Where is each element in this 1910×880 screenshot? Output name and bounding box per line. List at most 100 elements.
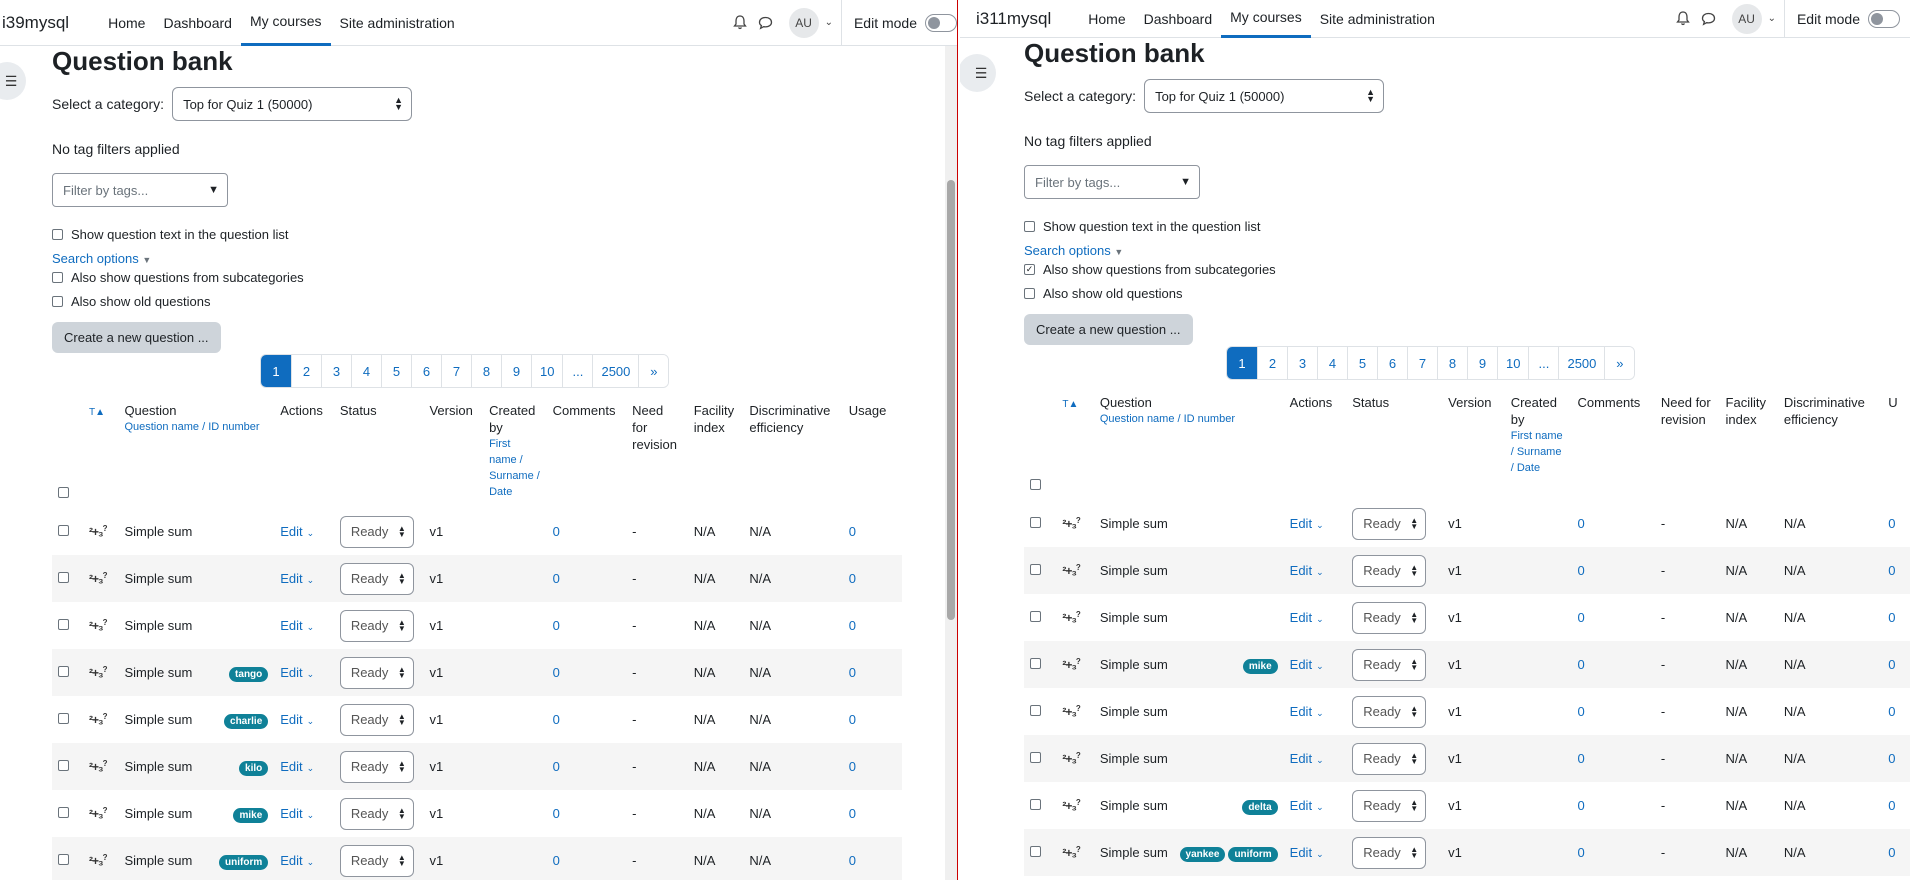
usage-link[interactable]: 0 [849, 759, 856, 774]
usage-link[interactable]: 0 [849, 665, 856, 680]
page-link[interactable]: 3 [321, 355, 351, 387]
status-select[interactable]: Ready ▲ ▼ [339, 656, 414, 689]
comments-link[interactable]: 0 [553, 853, 560, 868]
select-all-checkbox[interactable] [1030, 479, 1041, 490]
version-header[interactable]: Version [423, 402, 483, 508]
edit-menu[interactable]: Edit ⌄ [280, 759, 314, 774]
tag-badge[interactable]: delta [1242, 800, 1278, 815]
usage-link[interactable]: 0 [849, 806, 856, 821]
list-icon[interactable]: ☰ [0, 62, 26, 100]
facility-header[interactable]: Facility index [688, 402, 744, 508]
status-select[interactable]: Ready ▲ ▼ [339, 609, 414, 642]
page-link[interactable]: ... [562, 355, 593, 387]
tag-badge[interactable]: tango [229, 667, 269, 682]
page-link[interactable]: 2 [291, 355, 321, 387]
edit-menu[interactable]: Edit ⌄ [1290, 751, 1324, 766]
edit-mode-toggle[interactable] [925, 13, 957, 32]
tag-badge[interactable]: uniform [1228, 847, 1278, 862]
status-select[interactable]: Ready ▲ ▼ [339, 515, 414, 548]
nav-home[interactable]: Home [1079, 0, 1134, 38]
scrollbar-thumb[interactable] [947, 180, 955, 620]
page-link[interactable]: 5 [1347, 347, 1377, 379]
edit-menu[interactable]: Edit ⌄ [1290, 845, 1324, 860]
edit-mode-toggle[interactable] [1868, 9, 1900, 28]
tag-badge[interactable]: charlie [224, 714, 269, 729]
tag-filter-input[interactable]: Filter by tags... ▼ [52, 173, 228, 207]
site-name[interactable]: i39mysql [0, 13, 69, 33]
row-checkbox[interactable] [58, 572, 69, 583]
question-header[interactable]: Question [1100, 395, 1152, 410]
create-question-button[interactable]: Create a new question ... [52, 322, 221, 353]
page-link[interactable]: 1 [1227, 347, 1257, 379]
nav-dashboard[interactable]: Dashboard [1135, 0, 1222, 38]
edit-menu[interactable]: Edit ⌄ [280, 665, 314, 680]
status-header[interactable]: Status [1346, 394, 1442, 500]
edit-menu[interactable]: Edit ⌄ [1290, 798, 1324, 813]
comments-link[interactable]: 0 [553, 759, 560, 774]
usage-link[interactable]: 0 [849, 712, 856, 727]
row-checkbox[interactable] [1030, 752, 1041, 763]
comments-link[interactable]: 0 [1577, 610, 1584, 625]
row-checkbox[interactable] [58, 525, 69, 536]
comments-link[interactable]: 0 [1577, 516, 1584, 531]
tag-badge[interactable]: mike [233, 808, 269, 823]
edit-menu[interactable]: Edit ⌄ [1290, 516, 1324, 531]
edit-menu[interactable]: Edit ⌄ [1290, 657, 1324, 672]
need-revision-header[interactable]: Need for revision [1655, 394, 1720, 500]
row-checkbox[interactable] [58, 666, 69, 677]
subcategories-checkbox[interactable]: ✓ [1024, 264, 1035, 275]
usage-link[interactable]: 0 [849, 571, 856, 586]
comments-header[interactable]: Comments [1571, 394, 1654, 500]
tag-badge[interactable]: yankee [1179, 847, 1226, 862]
row-checkbox[interactable] [1030, 564, 1041, 575]
nav-site-administration[interactable]: Site administration [1311, 0, 1444, 38]
tag-badge[interactable]: mike [1242, 659, 1278, 674]
comments-link[interactable]: 0 [553, 712, 560, 727]
page-link[interactable]: 6 [1377, 347, 1407, 379]
question-subheader[interactable]: Question name / ID number [124, 419, 268, 435]
page-link[interactable]: » [1604, 347, 1635, 379]
chat-icon[interactable] [1696, 6, 1722, 32]
edit-menu[interactable]: Edit ⌄ [280, 806, 314, 821]
usage-header[interactable]: U [1882, 394, 1910, 500]
page-link[interactable]: 3 [1287, 347, 1317, 379]
show-question-text-checkbox[interactable] [52, 229, 63, 240]
usage-link[interactable]: 0 [1888, 610, 1895, 625]
tag-badge[interactable]: kilo [239, 761, 269, 776]
comments-header[interactable]: Comments [547, 402, 627, 508]
comments-link[interactable]: 0 [553, 806, 560, 821]
row-checkbox[interactable] [58, 854, 69, 865]
status-select[interactable]: Ready ▲ ▼ [1352, 836, 1427, 869]
status-select[interactable]: Ready ▲ ▼ [339, 703, 414, 736]
page-link[interactable]: 2 [1257, 347, 1287, 379]
usage-link[interactable]: 0 [849, 853, 856, 868]
usage-link[interactable]: 0 [849, 524, 856, 539]
created-subheader[interactable]: First name / Surname / Date [1511, 428, 1566, 476]
created-header[interactable]: Created by [1511, 395, 1557, 427]
version-header[interactable]: Version [1442, 394, 1505, 500]
page-link[interactable]: 1 [261, 355, 291, 387]
dropdown-triangle-icon[interactable]: ▼ [208, 184, 219, 196]
row-checkbox[interactable] [1030, 658, 1041, 669]
page-link[interactable]: 10 [1497, 347, 1529, 379]
usage-header[interactable]: Usage [843, 402, 902, 508]
status-select[interactable]: Ready ▲ ▼ [339, 750, 414, 783]
usage-link[interactable]: 0 [1888, 751, 1895, 766]
row-checkbox[interactable] [58, 760, 69, 771]
page-link[interactable]: ... [1528, 347, 1559, 379]
status-select[interactable]: Ready ▲ ▼ [1352, 554, 1427, 587]
usage-link[interactable]: 0 [1888, 657, 1895, 672]
bell-icon[interactable] [1670, 6, 1696, 32]
status-select[interactable]: Ready ▲ ▼ [1352, 648, 1427, 681]
row-checkbox[interactable] [1030, 846, 1041, 857]
discrimination-header[interactable]: Discriminative efficiency [743, 402, 842, 508]
site-name[interactable]: i311mysql [960, 9, 1051, 29]
question-subheader[interactable]: Question name / ID number [1100, 411, 1278, 427]
chat-icon[interactable] [753, 10, 779, 36]
page-link[interactable]: » [638, 355, 669, 387]
row-checkbox[interactable] [58, 619, 69, 630]
nav-my-courses[interactable]: My courses [1221, 0, 1311, 38]
comments-link[interactable]: 0 [553, 571, 560, 586]
nav-dashboard[interactable]: Dashboard [154, 0, 241, 46]
comments-link[interactable]: 0 [553, 524, 560, 539]
